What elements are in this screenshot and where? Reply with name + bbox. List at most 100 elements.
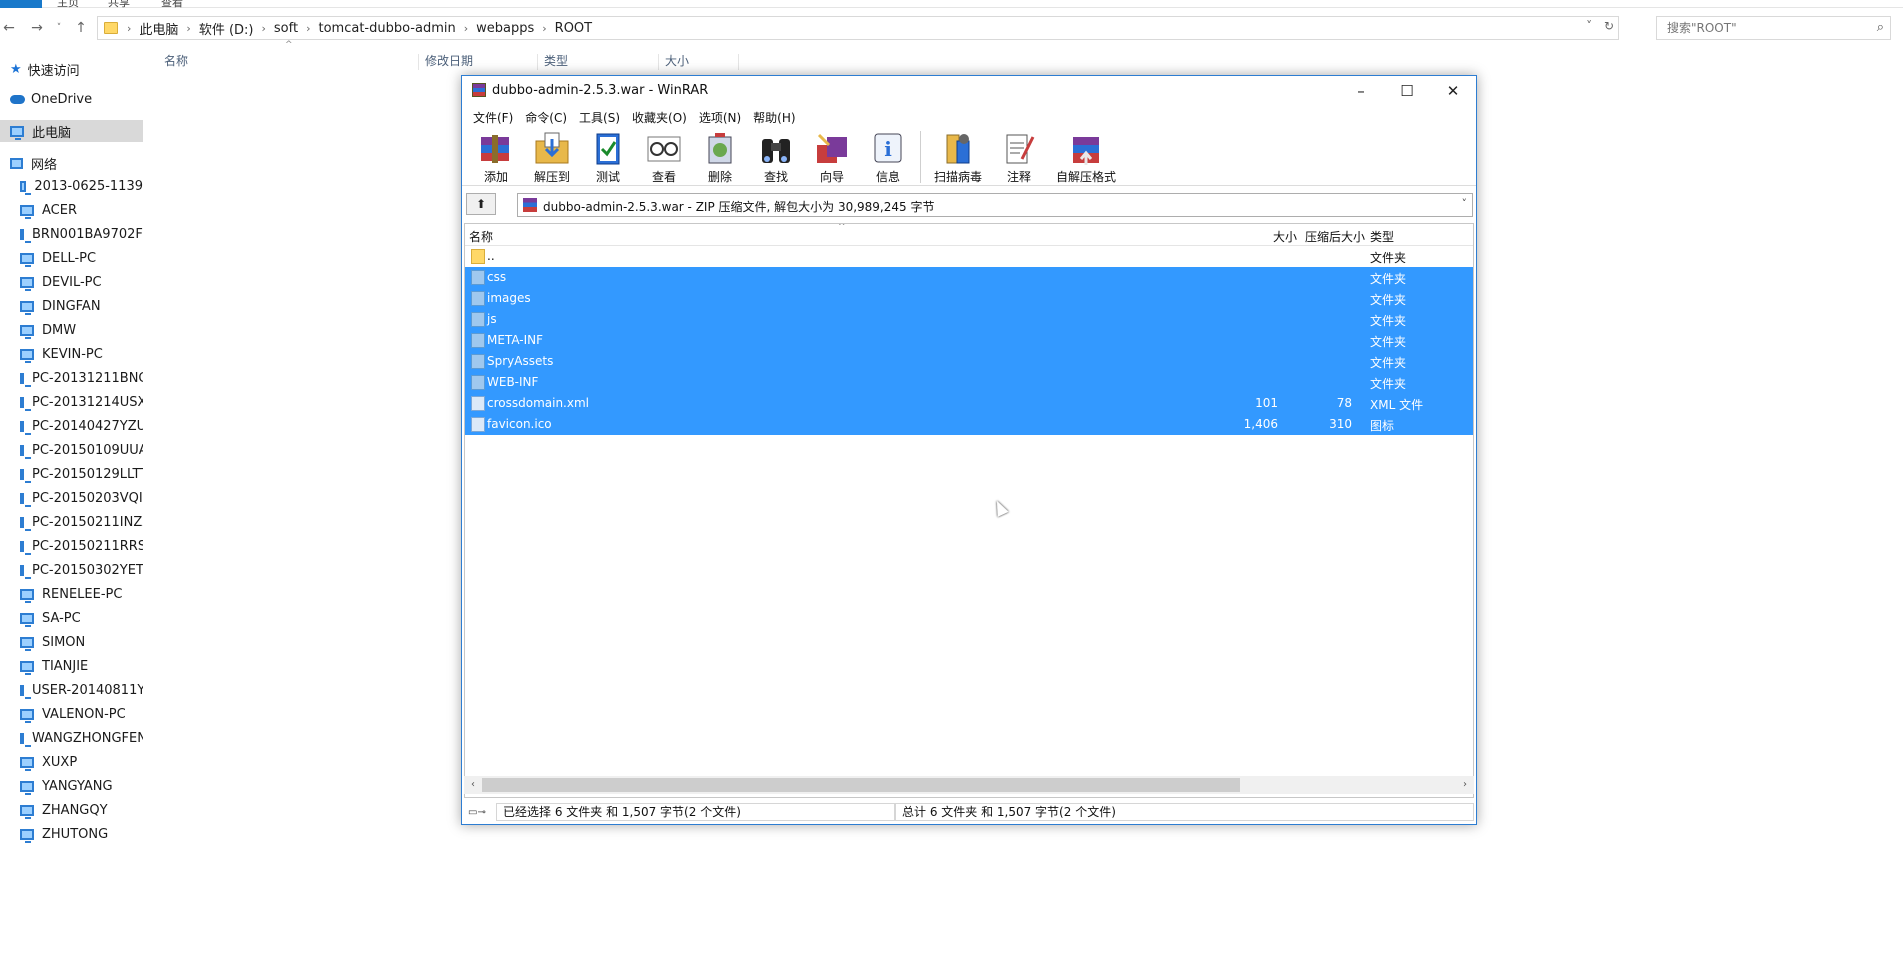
sfx-button[interactable]: 自解压格式 [1047, 128, 1125, 186]
nav-network-computer[interactable]: ZHUTONG [20, 823, 143, 845]
column-name[interactable]: 名称 [469, 228, 493, 245]
scrollbar-thumb[interactable] [482, 778, 1240, 792]
address-box[interactable]: › 此电脑 › 软件 (D:) › soft › tomcat-dubbo-ad… [97, 16, 1619, 40]
table-row[interactable]: META-INF 文件夹 [465, 330, 1473, 351]
nav-network-computer[interactable]: PC-20131211BNO [20, 367, 143, 389]
nav-network-computer[interactable]: PC-20150211INZX [20, 511, 143, 533]
breadcrumb-separator[interactable]: › [123, 22, 135, 35]
nav-network-computer[interactable]: PC-20150203VQIS [20, 487, 143, 509]
table-row[interactable]: WEB-INF 文件夹 [465, 372, 1473, 393]
breadcrumb-item[interactable]: tomcat-dubbo-admin [314, 21, 459, 36]
column-size[interactable]: 大小 [665, 52, 689, 69]
menu-file[interactable]: 文件(F) [467, 106, 519, 128]
nav-network-computer[interactable]: PC-20150302YETK [20, 559, 143, 581]
archive-path-combo[interactable]: dubbo-admin-2.5.3.war - ZIP 压缩文件, 解包大小为 … [517, 193, 1473, 217]
breadcrumb-item[interactable]: soft [270, 21, 302, 36]
menu-tools[interactable]: 工具(S) [573, 106, 626, 128]
extract-to-button[interactable]: 解压到 [524, 128, 580, 186]
column-type[interactable]: 类型 [1370, 228, 1394, 245]
find-button[interactable]: 查找 [748, 128, 804, 186]
table-row[interactable]: css 文件夹 [465, 267, 1473, 288]
breadcrumb-separator[interactable]: › [182, 22, 194, 35]
nav-network-computer[interactable]: DINGFAN [20, 295, 143, 317]
nav-network-computer[interactable]: XUXP [20, 751, 143, 773]
nav-network-computer[interactable]: TIANJIE [20, 655, 143, 677]
address-dropdown-icon[interactable]: ˅ [1586, 19, 1592, 33]
back-arrow-icon[interactable]: ← [0, 17, 18, 39]
table-row[interactable]: crossdomain.xml 101 78 XML 文件 [465, 393, 1473, 414]
ribbon-tab-view[interactable]: 查看 [161, 0, 183, 10]
nav-network-computer[interactable]: PC-20150109UUA [20, 439, 143, 461]
menu-help[interactable]: 帮助(H) [747, 106, 801, 128]
column-divider[interactable] [738, 54, 739, 70]
breadcrumb-separator[interactable]: › [538, 22, 550, 35]
delete-button[interactable]: 删除 [692, 128, 748, 186]
menu-commands[interactable]: 命令(C) [519, 106, 573, 128]
view-button[interactable]: 查看 [636, 128, 692, 186]
test-button[interactable]: 测试 [580, 128, 636, 186]
nav-network-computer[interactable]: ACER [20, 199, 143, 221]
nav-network-computer[interactable]: 2013-0625-1139 [20, 175, 143, 197]
up-arrow-icon[interactable]: ↑ [72, 17, 90, 39]
winrar-title-bar[interactable]: dubbo-admin-2.5.3.war - WinRAR – ☐ ✕ [462, 76, 1476, 106]
nav-network-computer[interactable]: PC-20150211RRSI [20, 535, 143, 557]
ribbon-tab-share[interactable]: 共享 [108, 0, 130, 10]
breadcrumb-item[interactable]: ROOT [551, 21, 596, 36]
table-row[interactable]: .. 文件夹 [465, 246, 1473, 267]
table-row[interactable]: js 文件夹 [465, 309, 1473, 330]
breadcrumb-item[interactable]: 此电脑 [135, 19, 182, 38]
search-icon[interactable]: ⌕ [1877, 20, 1884, 35]
info-button[interactable]: i 信息 [860, 128, 916, 186]
table-row[interactable]: favicon.ico 1,406 310 图标 [465, 414, 1473, 435]
scan-virus-button[interactable]: 扫描病毒 [925, 128, 991, 186]
nav-network-computer[interactable]: USER-20140811Y [20, 679, 143, 701]
nav-network-computer[interactable]: PC-20140427YZUE [20, 415, 143, 437]
nav-network-computer[interactable]: RENELEE-PC [20, 583, 143, 605]
breadcrumb-separator[interactable]: › [302, 22, 314, 35]
nav-network-computer[interactable]: WANGZHONGFEN [20, 727, 143, 749]
maximize-icon[interactable]: ☐ [1384, 76, 1430, 106]
nav-network-computer[interactable]: ZHANGQY [20, 799, 143, 821]
minimize-icon[interactable]: – [1338, 76, 1384, 106]
column-divider[interactable] [658, 54, 659, 70]
table-row[interactable]: SpryAssets 文件夹 [465, 351, 1473, 372]
scroll-left-icon[interactable]: ‹ [465, 777, 481, 793]
column-type[interactable]: 类型 [544, 52, 568, 69]
nav-network-computer[interactable]: YANGYANG [20, 775, 143, 797]
nav-network-computer[interactable]: DELL-PC [20, 247, 143, 269]
column-size[interactable]: 大小 [1273, 228, 1297, 245]
forward-arrow-icon[interactable]: → [28, 17, 46, 39]
nav-onedrive[interactable]: OneDrive [10, 88, 153, 110]
chevron-down-icon[interactable]: ˅ [1462, 197, 1468, 210]
breadcrumb-separator[interactable]: › [258, 22, 270, 35]
column-divider[interactable] [418, 54, 419, 70]
recent-locations-icon[interactable]: ˅ [50, 17, 68, 39]
close-icon[interactable]: ✕ [1430, 76, 1476, 106]
comment-button[interactable]: 注释 [991, 128, 1047, 186]
scroll-right-icon[interactable]: › [1457, 777, 1473, 793]
nav-this-pc[interactable]: 此电脑 [0, 120, 143, 142]
nav-network-computer[interactable]: BRN001BA9702F0 [20, 223, 143, 245]
nav-network-computer[interactable]: DEVIL-PC [20, 271, 143, 293]
menu-options[interactable]: 选项(N) [693, 106, 747, 128]
wizard-button[interactable]: 向导 [804, 128, 860, 186]
breadcrumb-item[interactable]: 软件 (D:) [195, 19, 258, 38]
column-divider[interactable] [537, 54, 538, 70]
nav-network[interactable]: 网络 [10, 152, 153, 174]
search-input[interactable] [1657, 17, 1857, 39]
nav-network-computer[interactable]: SIMON [20, 631, 143, 653]
ribbon-file-tab[interactable] [0, 0, 42, 8]
column-name[interactable]: 名称 [164, 52, 188, 69]
nav-network-computer[interactable]: DMW [20, 319, 143, 341]
horizontal-scrollbar[interactable]: ‹ › [464, 776, 1474, 794]
nav-network-computer[interactable]: PC-20131214USX [20, 391, 143, 413]
breadcrumb-separator[interactable]: › [460, 22, 472, 35]
up-one-level-icon[interactable]: ⬆ [466, 193, 496, 215]
column-modified[interactable]: 修改日期 [425, 52, 473, 69]
drive-key-icon[interactable]: ▭⊸ [468, 807, 492, 818]
nav-quick-access[interactable]: ★ 快速访问 [10, 58, 153, 80]
ribbon-tab-home[interactable]: 主页 [57, 0, 79, 10]
nav-network-computer[interactable]: VALENON-PC [20, 703, 143, 725]
column-packed-size[interactable]: 压缩后大小 [1305, 228, 1365, 245]
nav-network-computer[interactable]: PC-20150129LLTT [20, 463, 143, 485]
